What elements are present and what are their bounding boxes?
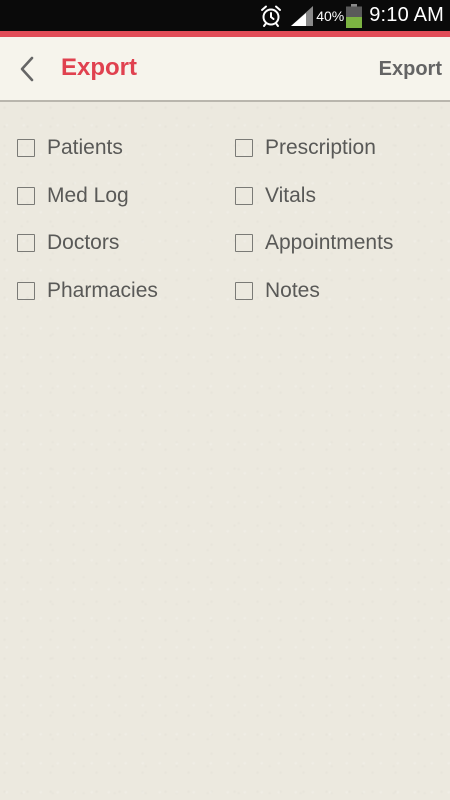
clock: 9:10 AM — [369, 4, 444, 26]
checkbox-label: Doctors — [47, 231, 120, 254]
checkbox-label: Vitals — [265, 184, 316, 207]
checkbox-box[interactable] — [17, 282, 35, 300]
checkbox-box[interactable] — [17, 234, 35, 252]
status-bar: 40% 9:10 AM — [0, 0, 450, 31]
checkbox-label: Notes — [265, 279, 320, 302]
export-options: Patients Prescription Med Log Vitals Doc… — [0, 102, 450, 800]
checkbox-notes[interactable]: Notes — [235, 276, 320, 306]
checkbox-box[interactable] — [235, 234, 253, 252]
status-icons: 40% 9:10 AM — [259, 0, 444, 31]
checkbox-label: Prescription — [265, 136, 376, 159]
checkbox-pharmacies[interactable]: Pharmacies — [17, 276, 158, 306]
action-bar: Export Export — [0, 37, 450, 102]
signal-icon — [291, 5, 314, 26]
checkbox-doctors[interactable]: Doctors — [17, 228, 119, 258]
page-title: Export — [61, 54, 138, 81]
checkbox-appointments[interactable]: Appointments — [235, 228, 393, 258]
checkbox-prescription[interactable]: Prescription — [235, 133, 376, 163]
checkbox-box[interactable] — [235, 282, 253, 300]
battery-icon — [346, 3, 363, 28]
battery-percent: 40% — [316, 7, 345, 24]
checkbox-box[interactable] — [235, 187, 253, 205]
checkbox-label: Appointments — [265, 231, 394, 254]
alarm-icon — [261, 5, 282, 27]
checkbox-patients[interactable]: Patients — [17, 133, 123, 163]
chevron-left-icon — [20, 56, 34, 82]
checkbox-vitals[interactable]: Vitals — [235, 181, 316, 211]
checkbox-med-log[interactable]: Med Log — [17, 181, 129, 211]
checkbox-box[interactable] — [235, 139, 253, 157]
checkbox-box[interactable] — [17, 139, 35, 157]
checkbox-label: Patients — [47, 136, 123, 159]
back-button[interactable] — [10, 51, 46, 87]
checkbox-box[interactable] — [17, 187, 35, 205]
checkbox-label: Med Log — [47, 184, 129, 207]
checkbox-label: Pharmacies — [47, 279, 158, 302]
export-button[interactable]: Export — [379, 58, 442, 81]
